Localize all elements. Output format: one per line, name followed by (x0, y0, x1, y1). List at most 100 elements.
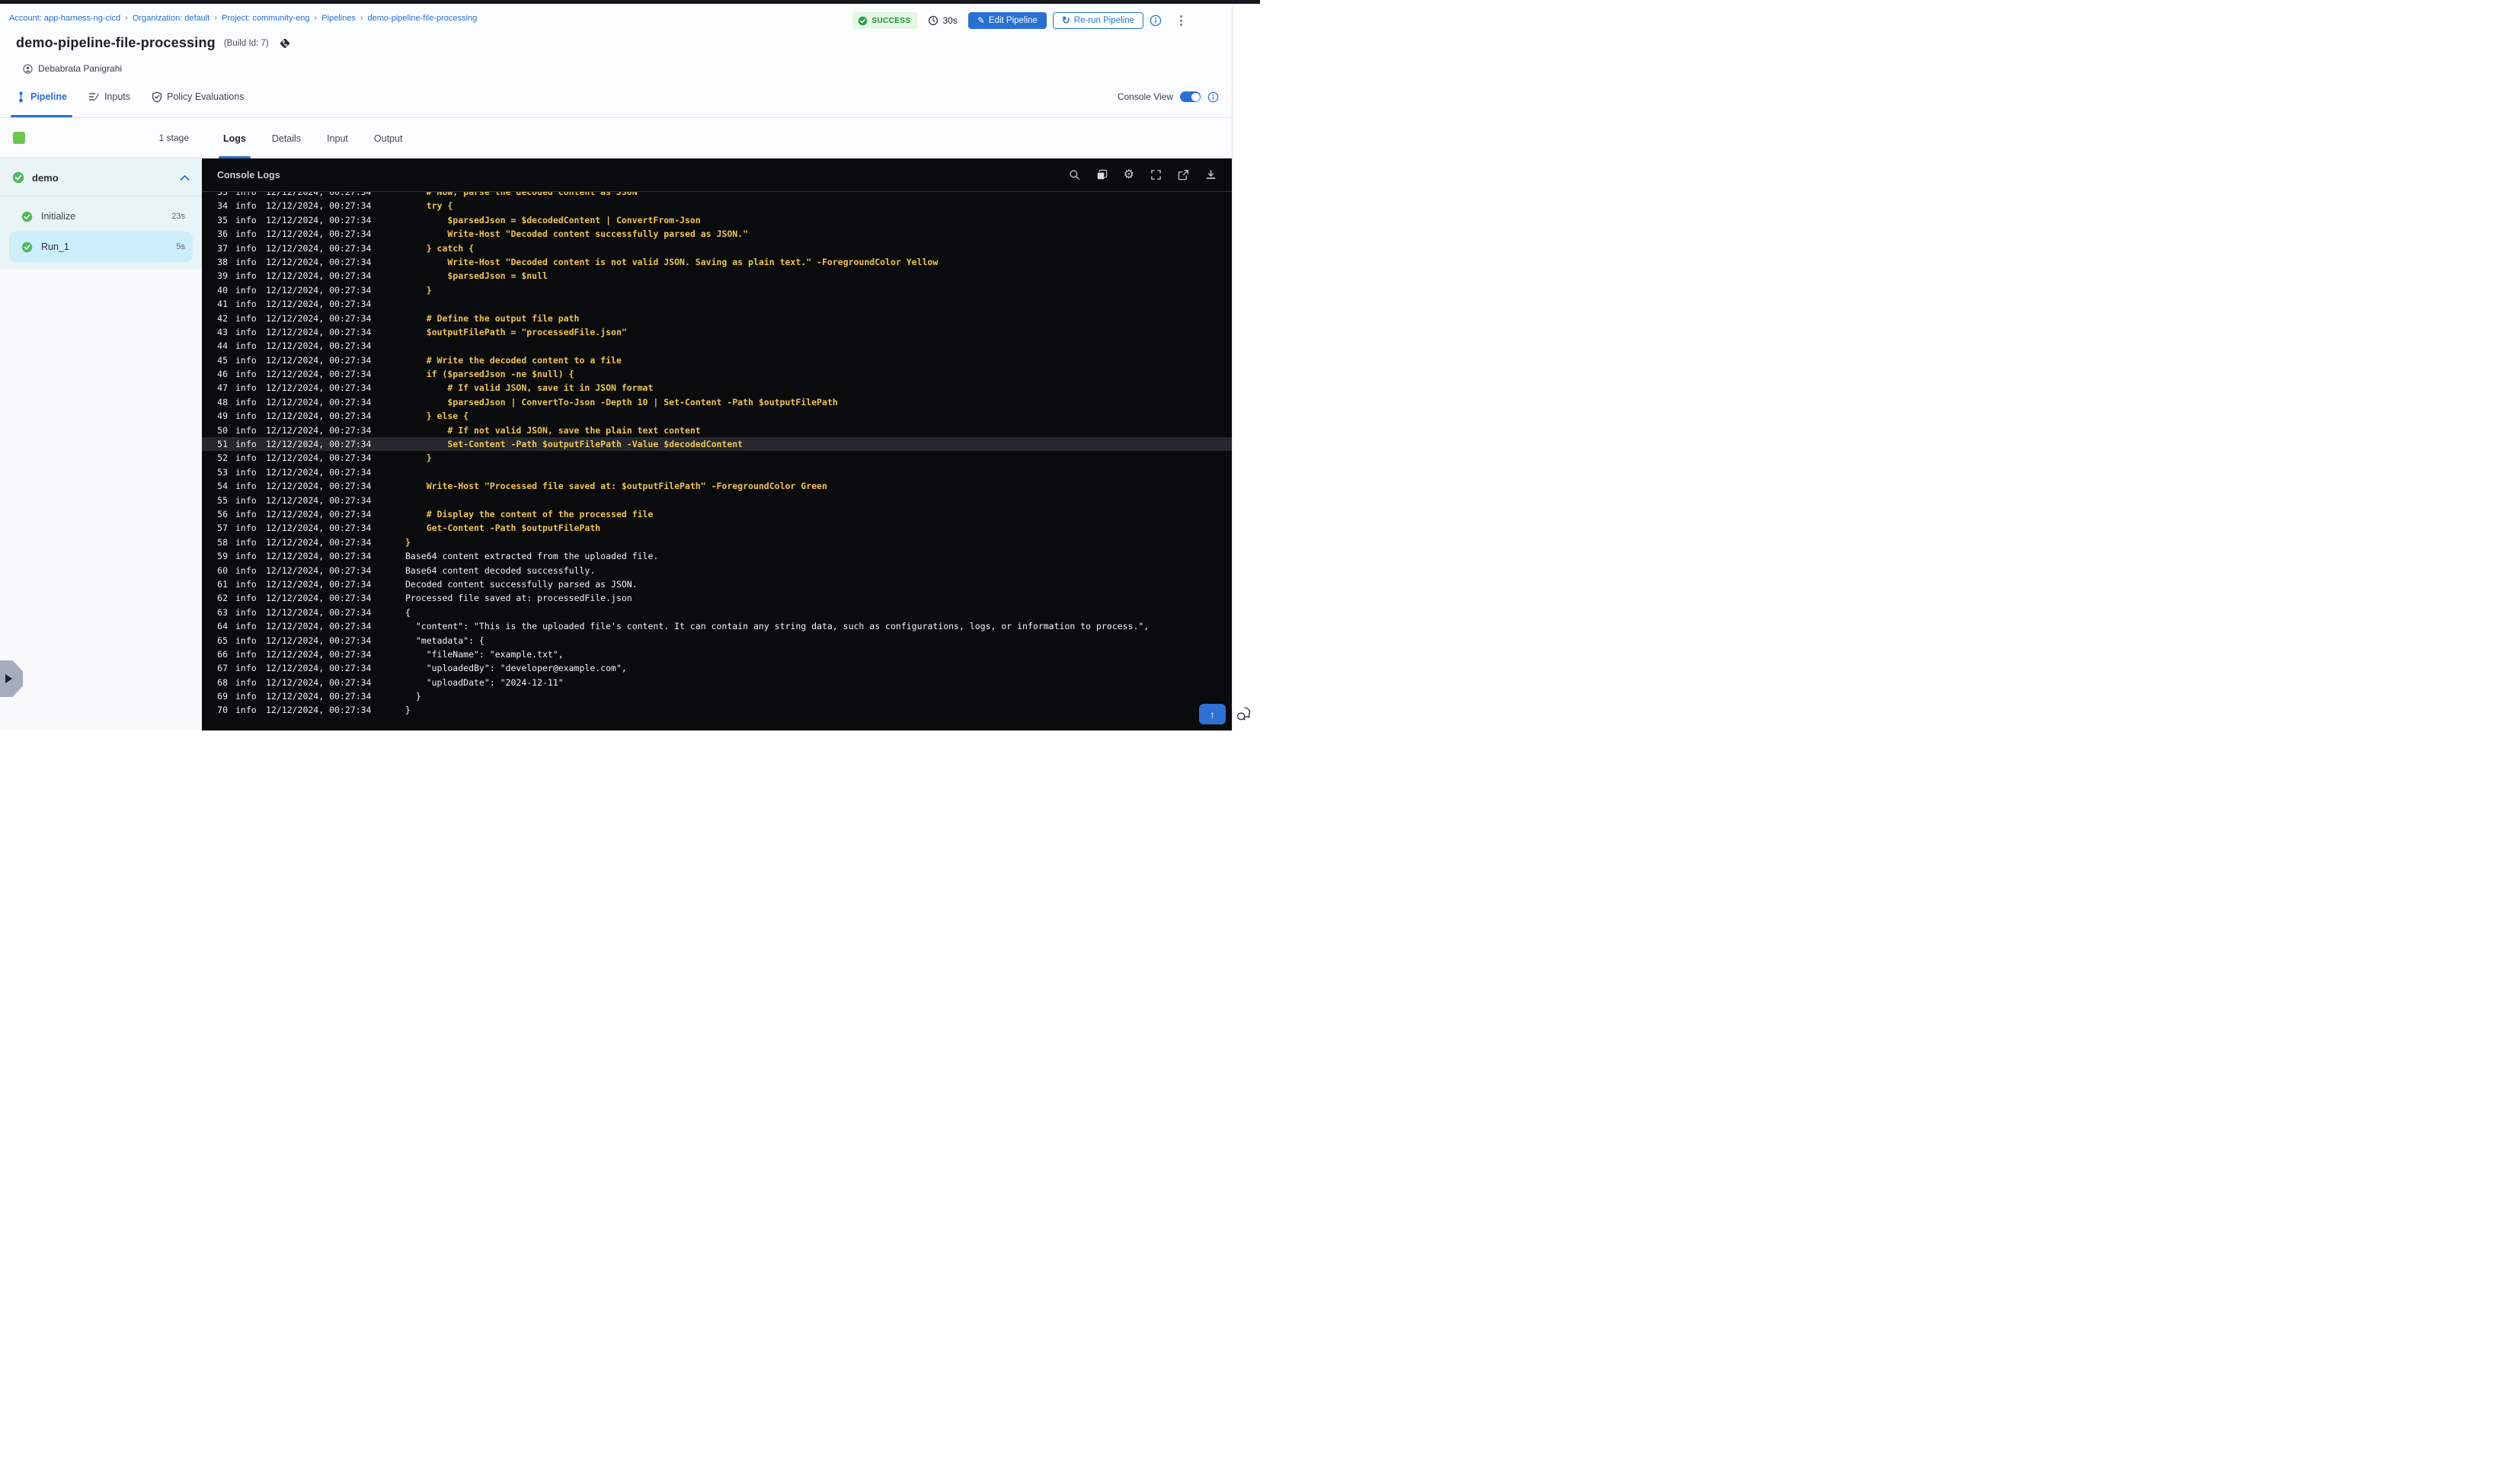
external-link-icon[interactable] (1178, 169, 1189, 181)
tab-pipeline[interactable]: Pipeline (11, 76, 72, 117)
breadcrumb-separator: › (125, 14, 128, 23)
log-message: # If not valid JSON, save the plain text… (405, 424, 701, 436)
kebab-menu-icon[interactable] (1175, 12, 1187, 29)
breadcrumb-project[interactable]: Project: community-eng (222, 14, 310, 23)
play-triangle-icon (5, 674, 12, 683)
log-message (386, 465, 1232, 479)
step-row-run-1[interactable]: Run_1 5s (9, 232, 193, 262)
log-line: 34 info 12/12/2024, 00:27:34 try { (202, 199, 1232, 213)
log-line: 33 info 12/12/2024, 00:27:34 # Now, parse … (202, 192, 1232, 199)
log-line-number: 53 (217, 466, 228, 478)
console-header: Console Logs ⚙ (202, 158, 1232, 192)
log-line: 67 info 12/12/2024, 00:27:34 "uploadedBy":… (202, 661, 1232, 675)
rerun-info-icon[interactable] (1150, 14, 1162, 27)
log-line: 69 info 12/12/2024, 00:27:34 } (202, 689, 1232, 703)
git-diamond-icon (279, 37, 291, 50)
log-line: 53 info 12/12/2024, 00:27:34 (202, 465, 1232, 479)
log-message: } else { (405, 411, 469, 422)
tab-logs[interactable]: Logs (219, 118, 251, 158)
stage-count-row: 1 stage (0, 118, 202, 158)
log-level: info (235, 214, 257, 225)
log-message: Write-Host "Processed file saved at: $ou… (405, 481, 827, 492)
log-timestamp: 12/12/2024, 00:27:34 (266, 676, 372, 688)
tab-input[interactable]: Input (322, 118, 353, 158)
log-line: 60 info 12/12/2024, 00:27:34 Base64 content… (202, 564, 1232, 577)
stage-status-square[interactable] (13, 131, 25, 144)
log-timestamp: 12/12/2024, 00:27:34 (266, 229, 372, 240)
log-timestamp: 12/12/2024, 00:27:34 (266, 326, 372, 337)
status-text: SUCCESS (871, 16, 911, 25)
log-message: } (405, 536, 411, 548)
step-duration: 23s (171, 212, 185, 221)
breadcrumb-separator: › (314, 14, 318, 23)
pipeline-author: Debabrata Panigrahi (38, 63, 123, 74)
breadcrumb-pipelines[interactable]: Pipelines (321, 14, 356, 23)
breadcrumb-account[interactable]: Account: app-harness-ng-cicd (9, 14, 120, 23)
log-level: info (235, 326, 257, 337)
rerun-pipeline-button[interactable]: ↻ Re-run Pipeline (1052, 12, 1143, 29)
step-duration: 5s (176, 242, 185, 251)
download-icon[interactable] (1205, 169, 1217, 181)
duration: 30s (928, 15, 958, 26)
execution-sidebar: 1 stage demo Initialize 23s Run_1 5s (0, 118, 202, 730)
scroll-to-top-button[interactable]: ↑ (1199, 704, 1226, 724)
log-message: Write-Host "Decoded content successfully… (405, 229, 749, 240)
log-level: info (235, 396, 257, 408)
log-line: 45 info 12/12/2024, 00:27:34 # Write the d… (202, 353, 1232, 367)
log-line: 70 info 12/12/2024, 00:27:34} (202, 703, 1232, 717)
log-message: "uploadedBy": "developer@example.com", (405, 663, 627, 674)
log-level: info (235, 536, 257, 548)
step-row-initialize[interactable]: Initialize 23s (9, 201, 193, 232)
log-level: info (235, 466, 257, 478)
log-level: info (235, 312, 257, 324)
gear-icon[interactable]: ⚙ (1124, 169, 1134, 181)
log-line: 55 info 12/12/2024, 00:27:34 (202, 494, 1232, 507)
log-level: info (235, 411, 257, 422)
tab-policy-evaluations[interactable]: Policy Evaluations (146, 76, 249, 117)
log-timestamp: 12/12/2024, 00:27:34 (266, 256, 372, 267)
log-timestamp: 12/12/2024, 00:27:34 (266, 452, 372, 464)
edit-pipeline-button[interactable]: ✎ Edit Pipeline (967, 12, 1047, 29)
console-view-toggle[interactable] (1180, 91, 1201, 102)
chevron-up-icon[interactable] (180, 174, 190, 181)
log-level: info (235, 229, 257, 240)
log-timestamp: 12/12/2024, 00:27:34 (266, 578, 372, 590)
pipeline-tabbar: Pipeline Inputs Policy Evaluations Conso… (0, 76, 1232, 118)
tab-output[interactable]: Output (369, 118, 408, 158)
log-level: info (235, 676, 257, 688)
log-line-number: 44 (217, 340, 228, 352)
log-level: info (235, 439, 257, 450)
tab-inputs[interactable]: Inputs (83, 76, 136, 117)
log-line: 58 info 12/12/2024, 00:27:34} (202, 535, 1232, 549)
step-detail-tabs: Logs Details Input Output (202, 118, 1232, 158)
log-timestamp: 12/12/2024, 00:27:34 (266, 214, 372, 225)
log-message: Base64 content extracted from the upload… (405, 551, 659, 562)
log-message: { (405, 606, 411, 618)
log-line: 40 info 12/12/2024, 00:27:34 } (202, 283, 1232, 297)
copy-icon[interactable] (1096, 169, 1108, 181)
log-line: 54 info 12/12/2024, 00:27:34 Write-Host "P… (202, 479, 1232, 493)
search-icon[interactable] (1069, 169, 1080, 181)
log-line-number: 41 (217, 299, 228, 310)
build-id-label: (Build Id: 7) (223, 38, 269, 48)
log-message: Base64 content decoded successfully. (405, 564, 596, 576)
log-level: info (235, 621, 257, 632)
breadcrumb-pipeline-name[interactable]: demo-pipeline-file-processing (368, 14, 478, 23)
log-message (386, 494, 1232, 507)
breadcrumb-organization[interactable]: Organization: default (133, 14, 210, 23)
fullscreen-icon[interactable] (1150, 169, 1162, 181)
console-view-label: Console View (1117, 91, 1173, 102)
log-level: info (235, 523, 257, 534)
log-level: info (235, 200, 257, 212)
log-line-number: 39 (217, 270, 228, 282)
console-log-area[interactable]: 33 info 12/12/2024, 00:27:34 # Now, parse … (202, 192, 1232, 730)
log-line: 50 info 12/12/2024, 00:27:34 # If not vali… (202, 424, 1232, 437)
log-message: try { (405, 200, 453, 212)
tab-details[interactable]: Details (267, 118, 305, 158)
log-message: # Display the content of the processed f… (405, 508, 654, 520)
stage-row-demo[interactable]: demo (0, 161, 202, 194)
console-view-info-icon[interactable] (1207, 91, 1219, 103)
support-chat-icon[interactable] (1237, 705, 1255, 723)
stage-name: demo (32, 171, 59, 184)
log-line: 44 info 12/12/2024, 00:27:34 (202, 339, 1232, 353)
